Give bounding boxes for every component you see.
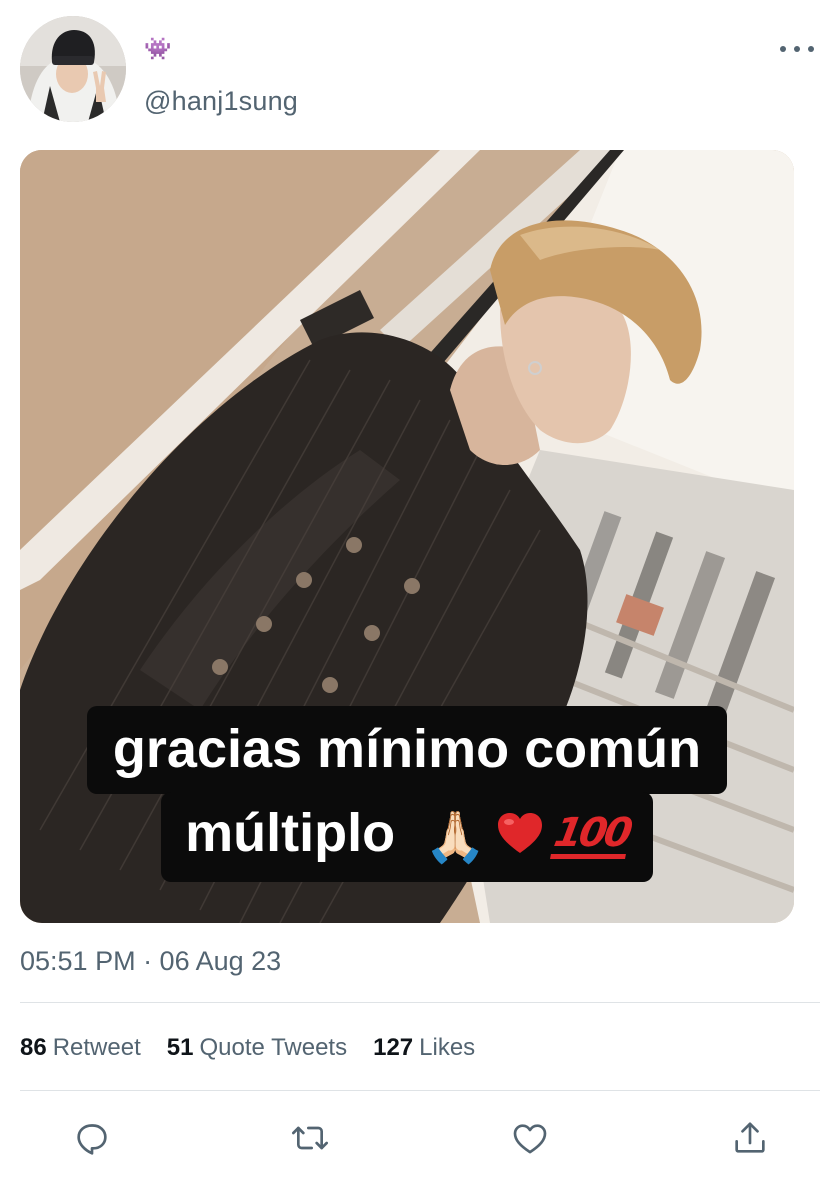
tweet-timestamp[interactable]: 05:51 PM · 06 Aug 23 — [20, 946, 281, 977]
caption-line-2: múltiplo 🙏🏻 100 — [161, 792, 653, 882]
retweet-icon[interactable] — [288, 1116, 332, 1160]
tweet-media-image[interactable]: gracias mínimo común múltiplo 🙏🏻 100 — [20, 150, 794, 923]
red-heart-emoji — [496, 810, 544, 864]
action-bar — [0, 1116, 840, 1160]
stat-count: 86 — [20, 1034, 47, 1061]
more-horizontal-icon[interactable] — [780, 42, 814, 56]
caption-line-1: gracias mínimo común — [86, 706, 728, 794]
stat-label: Quote Tweets — [199, 1034, 348, 1061]
stat-count: 127 — [373, 1034, 414, 1061]
stat-likes[interactable]: 127 Likes — [373, 1034, 475, 1062]
more-dot — [794, 46, 800, 52]
divider — [20, 1090, 820, 1091]
more-dot — [808, 46, 814, 52]
stat-label: Likes — [419, 1034, 476, 1061]
tweet-header: 👾 @hanj1sung — [20, 16, 820, 124]
more-dot — [780, 46, 786, 52]
stat-label: Retweet — [52, 1034, 141, 1061]
reply-icon[interactable] — [70, 1116, 114, 1160]
media-caption: gracias mínimo común múltiplo 🙏🏻 100 — [20, 706, 794, 882]
engagement-stats: 86 Retweet 51 Quote Tweets 127 Likes — [20, 1034, 475, 1062]
pray-emoji: 🙏🏻 — [424, 808, 487, 865]
stat-quote-tweets[interactable]: 51 Quote Tweets — [167, 1034, 347, 1062]
caption-emojis: 🙏🏻 100 — [424, 808, 634, 865]
share-icon[interactable] — [728, 1116, 772, 1160]
user-handle[interactable]: @hanj1sung — [144, 86, 298, 117]
display-name-emoji[interactable]: 👾 — [144, 38, 171, 60]
divider — [20, 1002, 820, 1003]
avatar[interactable] — [20, 16, 126, 122]
stat-retweets[interactable]: 86 Retweet — [20, 1034, 141, 1062]
heart-icon[interactable] — [508, 1116, 552, 1160]
caption-line-2-text: múltiplo — [185, 803, 396, 863]
stat-count: 51 — [166, 1034, 194, 1061]
hundred-points-emoji: 100 — [550, 810, 634, 860]
